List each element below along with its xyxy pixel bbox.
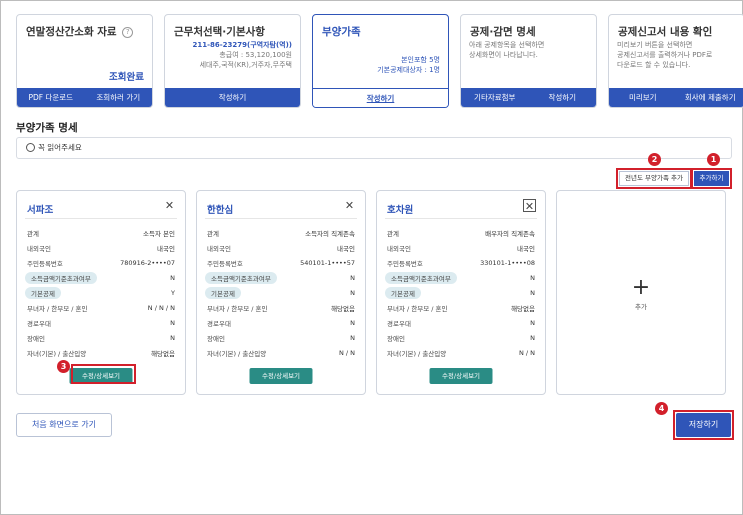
clock-icon xyxy=(26,142,35,152)
dependents-count: 본인포함 5명 xyxy=(401,56,440,64)
step-desc-line: 아래 공제항목을 선택하면 xyxy=(469,41,545,49)
step-confirm: 공제신고서 내용 확인 미리보기 버튼을 선택하면 공제신고서를 출력하거나 P… xyxy=(608,14,743,108)
info-row: 부녀자 / 한부모 / 혼인 해당없음 xyxy=(387,304,535,313)
write-button[interactable]: 작성하기 xyxy=(313,89,448,107)
step-buttons: 작성하기 xyxy=(313,88,448,107)
info-row: 소득금액기준초과여부 N xyxy=(205,270,357,285)
step-cards: 연말정산간소화 자료 ? 조회완료 PDF 다운로드 조회하러 가기 근무처선택… xyxy=(16,14,743,108)
info-row: 부녀자 / 한부모 / 혼인 해당없음 xyxy=(207,304,355,313)
help-icon[interactable]: ? xyxy=(122,26,134,38)
info-row: 장애인 N xyxy=(207,333,355,343)
section-title: 부양가족 명세 xyxy=(16,122,78,134)
info-row: 내외국인 내국인 xyxy=(387,244,535,253)
preview-button[interactable]: 미리보기 xyxy=(609,88,677,107)
go-home-button[interactable]: 처음 화면으로 가기 xyxy=(16,413,112,437)
info-row: 경로우대 N xyxy=(27,318,175,328)
callout-badge-2: 2 xyxy=(648,153,661,166)
callout-box-4 xyxy=(673,410,734,440)
edit-detail-button[interactable]: 수정/상세보기 xyxy=(249,368,313,384)
info-row: 소득금액기준초과여부 N xyxy=(25,270,177,285)
info-rows: 관계 소득자 본인 내외국인 내국인 주민등록번호 780916-2••••07 소득… xyxy=(25,225,177,360)
total-pay: 총급여 : 53,120,100원 xyxy=(219,51,292,59)
info-row: 주민등록번호 330101-1••••08 xyxy=(387,258,535,268)
step-simplified-data: 연말정산간소화 자료 ? 조회완료 PDF 다운로드 조회하러 가기 xyxy=(16,14,153,108)
step-body: 미리보기 버튼을 선택하면 공제신고서를 출력하거나 PDF로 다운로드 할 수… xyxy=(617,40,736,86)
callout-badge-3: 3 xyxy=(57,360,70,373)
info-row: 자녀(기본) / 출산입양 해당없음 xyxy=(27,349,175,358)
dependent-name: 서파조 xyxy=(27,205,54,216)
info-row: 관계 소득자 본인 xyxy=(27,229,175,238)
dependent-name: 호차원 xyxy=(387,205,414,216)
write-button[interactable]: 작성하기 xyxy=(165,88,300,107)
step-desc-line: 다운로드 할 수 있습니다. xyxy=(617,61,691,69)
write-button[interactable]: 작성하기 xyxy=(529,88,597,107)
step-body: 아래 공제항목을 선택하면 상세화면이 나타납니다. xyxy=(469,40,588,86)
step-workplace: 근무처선택·기본사항 211-86-23279(구역자탐(역)) 총급여 : 5… xyxy=(164,14,301,108)
step-desc-line: 상세화면이 나타납니다. xyxy=(469,51,538,59)
callout-box-1 xyxy=(691,168,732,189)
step-desc-line: 공제신고서를 출력하거나 PDF로 xyxy=(617,51,713,59)
info-row: 소득금액기준초과여부 N xyxy=(385,270,537,285)
info-row: 내외국인 내국인 xyxy=(27,244,175,253)
close-icon[interactable]: ✕ xyxy=(343,199,356,212)
info-row: 주민등록번호 540101-1••••57 xyxy=(207,258,355,268)
add-label: 추가 xyxy=(635,303,647,311)
step-buttons: 기타자료첨부 작성하기 xyxy=(461,88,596,107)
info-row: 자녀(기본) / 출산입양 N / N xyxy=(207,348,355,358)
info-row: 경로우대 N xyxy=(387,318,535,328)
step-title: 부양가족 xyxy=(322,26,361,38)
status-label: 조회완료 xyxy=(109,72,144,83)
household-info: 세대주,국적(KR),거주자,무주택 xyxy=(199,61,292,69)
step-buttons: 작성하기 xyxy=(165,88,300,107)
callout-badge-1: 1 xyxy=(707,153,720,166)
divider xyxy=(205,218,357,219)
dependent-card: 호차원 ✕ 관계 배우자의 직계존속 내외국인 내국인 주민등록번호 330101-1… xyxy=(376,190,546,395)
info-row: 부녀자 / 한부모 / 혼인 N / N / N xyxy=(27,303,175,313)
step-buttons: PDF 다운로드 조회하러 가기 xyxy=(17,88,152,107)
step-dependents: 부양가족 본인포함 5명 기본공제대상자 : 1명 작성하기 xyxy=(312,14,449,108)
info-row: 기본공제 Y xyxy=(25,285,177,300)
step-deductions: 공제·감면 명세 아래 공제항목을 선택하면 상세화면이 나타납니다. 기타자료… xyxy=(460,14,597,108)
step-body: 211-86-23279(구역자탐(역)) 총급여 : 53,120,100원 … xyxy=(173,40,292,86)
notice-bar[interactable]: 꼭 읽어주세요 xyxy=(16,137,732,159)
dependent-card: 한한심 ✕ 관계 소득자의 직계존속 내외국인 내국인 주민등록번호 540101-1… xyxy=(196,190,366,395)
divider xyxy=(25,218,177,219)
step-title: 공제신고서 내용 확인 xyxy=(618,26,713,38)
callout-box-2 xyxy=(616,168,692,189)
business-number: 211-86-23279(구역자탐(역)) xyxy=(192,41,292,49)
info-row: 관계 소득자의 직계존속 xyxy=(207,229,355,238)
close-icon[interactable]: ✕ xyxy=(163,199,176,212)
step-desc-line: 미리보기 버튼을 선택하면 xyxy=(617,41,693,49)
step-title: 연말정산간소화 자료 ? xyxy=(26,24,134,39)
info-row: 기본공제 N xyxy=(205,285,357,300)
info-row: 기본공제 N xyxy=(385,285,537,300)
info-row: 장애인 N xyxy=(27,333,175,343)
basic-deduction-count: 기본공제대상자 : 1명 xyxy=(377,66,440,74)
attach-other-button[interactable]: 기타자료첨부 xyxy=(461,88,529,107)
info-row: 장애인 N xyxy=(387,333,535,343)
pdf-download-button[interactable]: PDF 다운로드 xyxy=(17,88,85,107)
step-title: 근무처선택·기본사항 xyxy=(174,26,265,38)
info-row: 자녀(기본) / 출산입양 N / N xyxy=(387,348,535,358)
submit-to-company-button[interactable]: 회사에 제출하기 xyxy=(677,88,743,107)
info-row: 관계 배우자의 직계존속 xyxy=(387,229,535,238)
info-rows: 관계 소득자의 직계존속 내외국인 내국인 주민등록번호 540101-1••••57… xyxy=(205,225,357,360)
plus-icon: + xyxy=(631,275,651,300)
notice-text: 꼭 읽어주세요 xyxy=(38,143,82,152)
step-buttons: 미리보기 회사에 제출하기 xyxy=(609,88,743,107)
divider xyxy=(385,218,537,219)
callout-box-3 xyxy=(71,364,136,384)
close-icon[interactable]: ✕ xyxy=(523,199,536,213)
info-rows: 관계 배우자의 직계존속 내외국인 내국인 주민등록번호 330101-1••••08… xyxy=(385,225,537,360)
go-query-button[interactable]: 조회하러 가기 xyxy=(85,88,153,107)
dependent-name: 한한심 xyxy=(207,205,234,216)
add-dependent-card[interactable]: + 추가 xyxy=(556,190,726,395)
info-row: 주민등록번호 780916-2••••07 xyxy=(27,258,175,268)
step-title: 공제·감면 명세 xyxy=(470,26,536,38)
edit-detail-button[interactable]: 수정/상세보기 xyxy=(429,368,493,384)
info-row: 경로우대 N xyxy=(207,318,355,328)
callout-badge-4: 4 xyxy=(655,402,668,415)
info-row: 내외국인 내국인 xyxy=(207,244,355,253)
